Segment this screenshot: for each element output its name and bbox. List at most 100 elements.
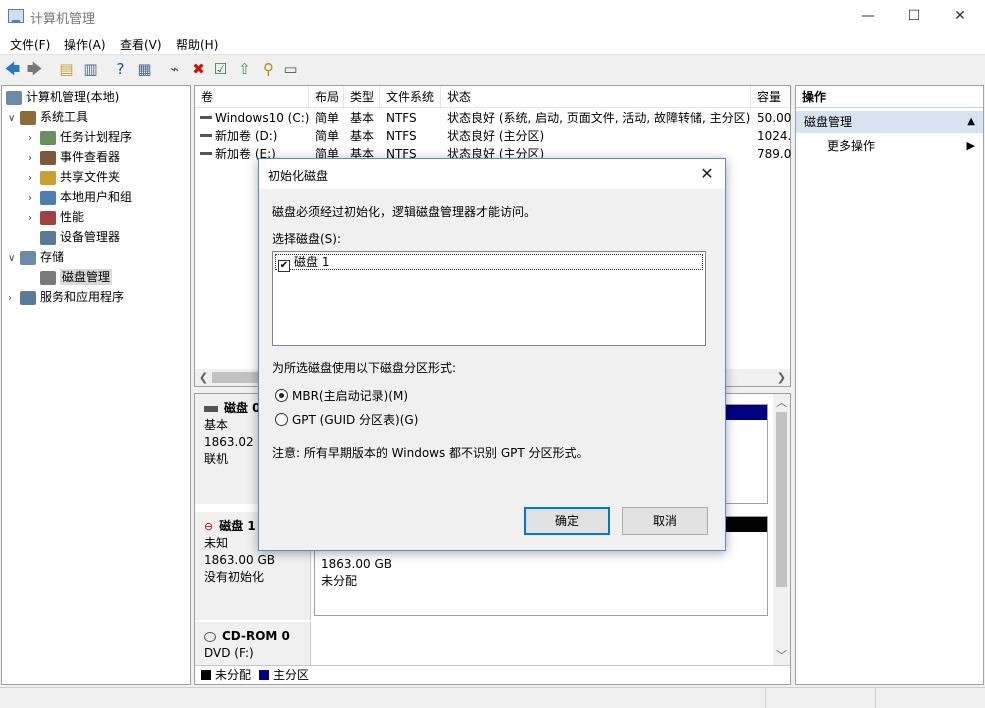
expander-icon[interactable]: › bbox=[28, 149, 40, 169]
tree-node-icon bbox=[20, 290, 36, 305]
vertical-scrollbar[interactable]: ︿ ﹀ bbox=[773, 394, 790, 666]
properties-pane-icon[interactable]: ▦ bbox=[136, 61, 153, 78]
maximize-button[interactable]: ☐ bbox=[891, 0, 937, 32]
cdrom-info[interactable]: CD-ROM 0 DVD (F:) bbox=[195, 622, 311, 666]
select-disk-label: 选择磁盘(S): bbox=[272, 232, 342, 246]
tree-item[interactable]: ∨ 存储 bbox=[8, 247, 64, 267]
scroll-up-icon[interactable]: ︿ bbox=[773, 394, 790, 411]
import-icon[interactable]: ⇧ bbox=[236, 61, 253, 78]
table-cell: 基本 bbox=[350, 111, 375, 125]
actions-header: 操作 bbox=[796, 86, 983, 108]
disk-size: 1863.00 GB bbox=[204, 553, 275, 567]
column-header[interactable]: 卷 bbox=[195, 86, 309, 108]
expander-icon[interactable]: › bbox=[28, 189, 40, 209]
disk-type: DVD (F:) bbox=[204, 646, 254, 660]
expander-icon[interactable]: › bbox=[28, 209, 40, 229]
help-icon[interactable]: ? bbox=[112, 61, 129, 78]
tree-item-root[interactable]: 计算机管理(本地) bbox=[6, 87, 119, 107]
up-folder-icon[interactable]: ▤ bbox=[58, 61, 75, 78]
disk-name: 磁盘 0 bbox=[224, 401, 261, 415]
expander-icon[interactable]: › bbox=[8, 289, 20, 309]
option-mbr[interactable]: MBR(主启动记录)(M) bbox=[275, 387, 408, 404]
table-cell: 简单 bbox=[315, 111, 340, 125]
tree-node-icon bbox=[40, 210, 56, 225]
partition-status: 未分配 bbox=[321, 574, 358, 588]
dialog-close-icon[interactable]: ✕ bbox=[695, 162, 719, 186]
menu-view[interactable]: 查看(V) bbox=[120, 36, 162, 53]
tree-item[interactable]: › 任务计划程序 bbox=[28, 127, 132, 147]
delete-icon[interactable]: ✖ bbox=[190, 61, 207, 78]
column-header[interactable]: 文件系统 bbox=[380, 86, 441, 108]
check-icon[interactable]: ☑ bbox=[212, 61, 229, 78]
column-header[interactable]: 状态 bbox=[441, 86, 751, 108]
legend-swatch bbox=[259, 670, 270, 680]
column-header[interactable]: 容量 bbox=[751, 86, 792, 108]
tree-item[interactable]: › 本地用户和组 bbox=[28, 187, 132, 207]
expander-icon[interactable]: ∨ bbox=[8, 109, 20, 129]
computer-management-icon bbox=[8, 9, 24, 23]
tree-item[interactable]: › 服务和应用程序 bbox=[8, 287, 124, 307]
table-row[interactable]: 新加卷 (D:) 简单 基本 NTFS 状态良好 (主分区) 1024. bbox=[195, 127, 792, 145]
ok-button[interactable]: 确定 bbox=[524, 507, 610, 535]
disk-list-item[interactable]: ✔ 磁盘 1 bbox=[275, 254, 703, 272]
column-header[interactable]: 类型 bbox=[344, 86, 380, 108]
expander-icon[interactable]: ∨ bbox=[8, 249, 20, 269]
close-window-button[interactable]: ✕ bbox=[937, 0, 983, 32]
status-section bbox=[875, 688, 985, 708]
tree-item[interactable]: › 性能 bbox=[28, 207, 84, 227]
minimize-button[interactable]: — bbox=[845, 0, 891, 32]
dialog-title-bar: 初始化磁盘 ✕ bbox=[259, 159, 725, 189]
show-hide-tree-icon[interactable]: ▥ bbox=[82, 61, 99, 78]
tree-item[interactable]: 设备管理器 bbox=[28, 227, 120, 247]
expander-icon[interactable]: › bbox=[28, 129, 40, 149]
forward-arrow-icon[interactable]: 🡆 bbox=[26, 61, 43, 78]
table-cell: 新加卷 (D:) bbox=[215, 129, 278, 143]
view-list-icon[interactable]: ▭ bbox=[282, 61, 299, 78]
connect-icon[interactable]: ⌁ bbox=[166, 61, 183, 78]
scroll-left-icon[interactable]: ❮ bbox=[195, 369, 212, 386]
partition-style-label: 为所选磁盘使用以下磁盘分区形式: bbox=[272, 361, 457, 375]
menu-help[interactable]: 帮助(H) bbox=[176, 36, 218, 53]
tree-node-icon bbox=[40, 130, 56, 145]
dialog-title: 初始化磁盘 bbox=[268, 169, 329, 183]
tree-node-icon bbox=[40, 270, 56, 285]
table-cell: 789.0 bbox=[757, 147, 792, 161]
cancel-button[interactable]: 取消 bbox=[622, 507, 708, 535]
disk-uninitialized-icon: ⊖ bbox=[204, 520, 214, 533]
scrollbar-thumb[interactable] bbox=[212, 372, 262, 383]
search-icon[interactable]: ⚲ bbox=[260, 61, 277, 78]
column-header[interactable]: 布局 bbox=[309, 86, 344, 108]
expander-icon[interactable]: › bbox=[28, 169, 40, 189]
table-row[interactable]: Windows10 (C:) 简单 基本 NTFS 状态良好 (系统, 启动, 页面文件… bbox=[195, 109, 791, 127]
disk-checkbox[interactable]: ✔ bbox=[278, 260, 290, 272]
partition-size: 1863.00 GB bbox=[321, 557, 392, 571]
disk-select-list[interactable]: ✔ 磁盘 1 bbox=[272, 251, 706, 346]
tree-item[interactable]: 磁盘管理 bbox=[28, 267, 113, 287]
table-cell: 状态良好 (主分区) bbox=[447, 129, 545, 143]
dialog-message: 磁盘必须经过初始化，逻辑磁盘管理器才能访问。 bbox=[272, 205, 537, 219]
table-cell: 简单 bbox=[315, 129, 340, 143]
tree-item[interactable]: › 共享文件夹 bbox=[28, 167, 120, 187]
scroll-down-icon[interactable]: ﹀ bbox=[773, 647, 790, 664]
legend-swatch bbox=[201, 670, 211, 680]
scrollbar-thumb[interactable] bbox=[776, 412, 787, 587]
menu-file[interactable]: 文件(F) bbox=[10, 36, 50, 53]
volume-list-header: 卷布局 类型 文件系统 状态 容量 bbox=[195, 86, 792, 108]
option-gpt[interactable]: GPT (GUID 分区表)(G) bbox=[275, 411, 418, 428]
more-actions[interactable]: 更多操作 ▶ bbox=[796, 135, 983, 157]
initialize-disk-dialog: 初始化磁盘 ✕ 磁盘必须经过初始化，逻辑磁盘管理器才能访问。 选择磁盘(S): … bbox=[258, 158, 726, 551]
table-cell: 1024. bbox=[757, 129, 792, 143]
tree-item[interactable]: ∨ 系统工具 bbox=[8, 107, 88, 127]
radio-mbr[interactable] bbox=[275, 389, 288, 402]
actions-section-disk-management[interactable]: 磁盘管理 ▲ bbox=[796, 111, 983, 133]
menu-action[interactable]: 操作(A) bbox=[64, 36, 106, 53]
status-bar bbox=[0, 687, 985, 708]
table-cell: 状态良好 (系统, 启动, 页面文件, 活动, 故障转储, 主分区) bbox=[447, 111, 751, 125]
radio-gpt[interactable] bbox=[275, 413, 288, 426]
back-arrow-icon[interactable]: 🡄 bbox=[4, 61, 21, 78]
scroll-right-icon[interactable]: ❯ bbox=[773, 369, 790, 386]
legend-item: 主分区 bbox=[259, 668, 309, 682]
computer-icon bbox=[6, 90, 22, 105]
title-bar: 计算机管理 — ☐ ✕ bbox=[0, 0, 985, 32]
tree-item[interactable]: › 事件查看器 bbox=[28, 147, 120, 167]
